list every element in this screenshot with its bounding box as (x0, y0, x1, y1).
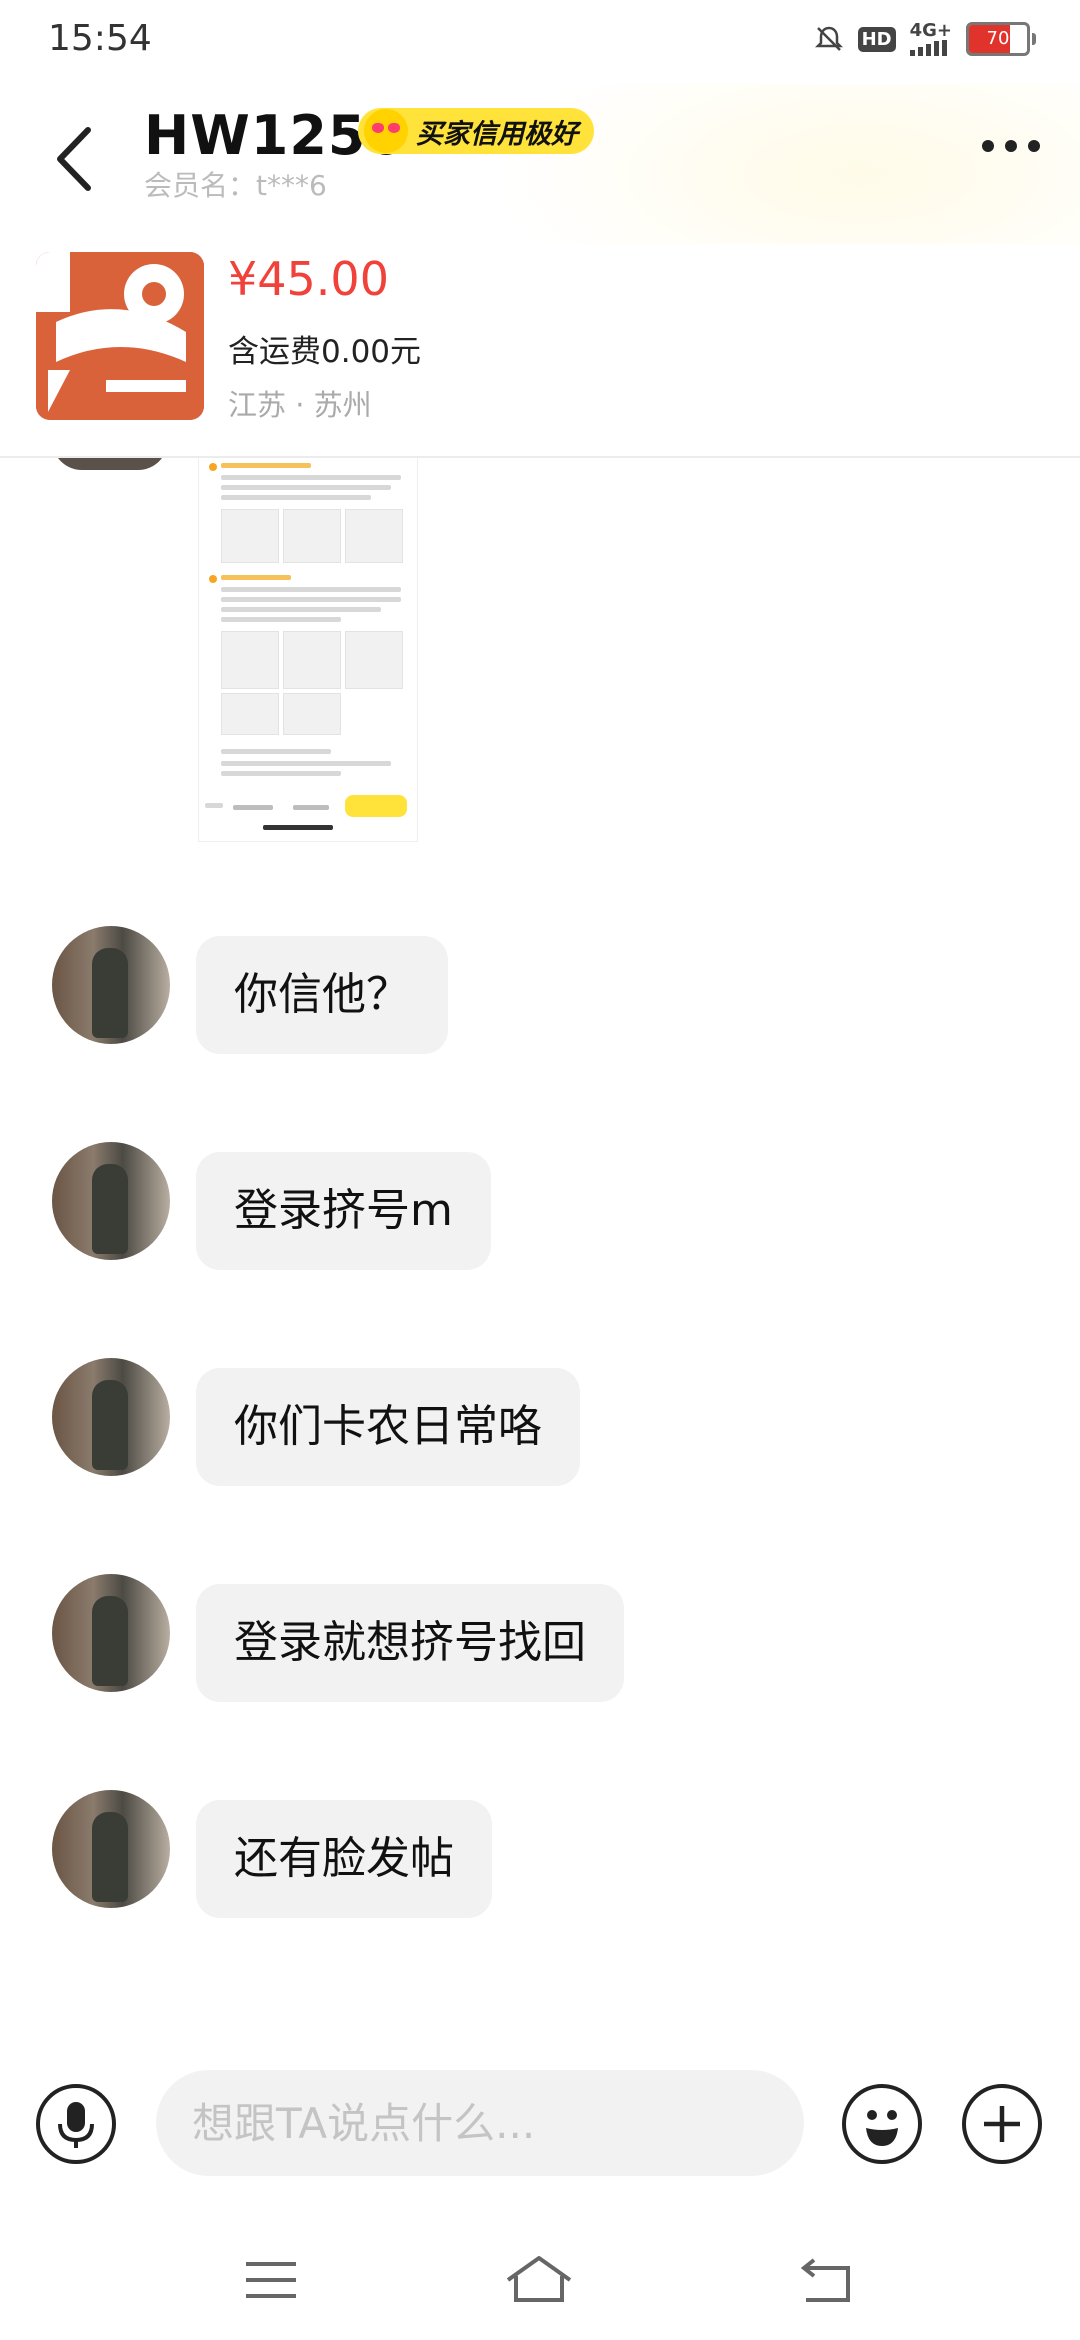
input-bar (0, 2068, 1080, 2178)
emoji-button[interactable] (842, 2084, 922, 2164)
status-icons: HD 4G+ 70 (814, 22, 1036, 56)
shipping-info: 含运费0.00元 (228, 334, 422, 370)
battery-level: 70 (986, 28, 1010, 49)
credit-badge: 买家信用极好 (358, 108, 594, 154)
hd-icon: HD (857, 26, 896, 52)
message-bubble[interactable]: 还有脸发帖 (196, 1800, 492, 1918)
message-input[interactable] (156, 2070, 804, 2176)
4g-signal-icon: 4G+ (909, 20, 952, 56)
avatar[interactable] (52, 1358, 170, 1476)
message-bubble[interactable]: 登录挤号m (196, 1152, 491, 1270)
avatar[interactable] (52, 1574, 170, 1692)
back-nav-icon[interactable] (792, 2250, 862, 2310)
menu-icon[interactable] (236, 2250, 306, 2310)
product-location: 江苏 · 苏州 (228, 388, 372, 422)
message-row: 你信他？ (0, 926, 1080, 1054)
network-label: 4G+ (909, 20, 952, 41)
message-bubble[interactable]: 登录就想挤号找回 (196, 1584, 624, 1702)
plus-icon (984, 2106, 1020, 2142)
message-bubble[interactable]: 你们卡农日常咯 (196, 1368, 580, 1486)
product-card[interactable]: ¥45.00 含运费0.00元 江苏 · 苏州 (0, 244, 1080, 458)
chat-header: HW1256 买家信用极好 会员名：t***6 (0, 84, 1080, 244)
more-options-icon[interactable] (982, 140, 1040, 152)
status-time: 15:54 (48, 18, 152, 59)
back-icon[interactable] (46, 114, 106, 204)
message-row: 你们卡农日常咯 (0, 1358, 1080, 1486)
heart-eyes-emoji-icon (364, 109, 408, 153)
member-name: 会员名：t***6 (144, 169, 327, 202)
message-bubble[interactable]: 你信他？ (196, 936, 448, 1054)
voice-button[interactable] (36, 2084, 116, 2164)
message-row: 登录挤号m (0, 1142, 1080, 1270)
credit-badge-label: 买家信用极好 (416, 118, 578, 150)
shared-image[interactable] (198, 456, 418, 842)
microphone-icon (58, 2102, 94, 2148)
product-price: ¥45.00 (228, 252, 389, 306)
system-nav-bar (0, 2220, 1080, 2340)
battery-icon: 70 (966, 22, 1030, 56)
avatar[interactable] (52, 1790, 170, 1908)
message-row: 登录就想挤号找回 (0, 1574, 1080, 1702)
plus-button[interactable] (962, 2084, 1042, 2164)
avatar[interactable] (52, 1142, 170, 1260)
status-bar: 15:54 HD 4G+ 70 (0, 0, 1080, 84)
home-icon[interactable] (504, 2250, 574, 2310)
avatar[interactable] (52, 926, 170, 1044)
message-row: 还有脸发帖 (0, 1790, 1080, 1918)
product-image[interactable] (36, 252, 204, 420)
smiley-icon (866, 2110, 898, 2146)
bell-off-icon (814, 26, 843, 51)
